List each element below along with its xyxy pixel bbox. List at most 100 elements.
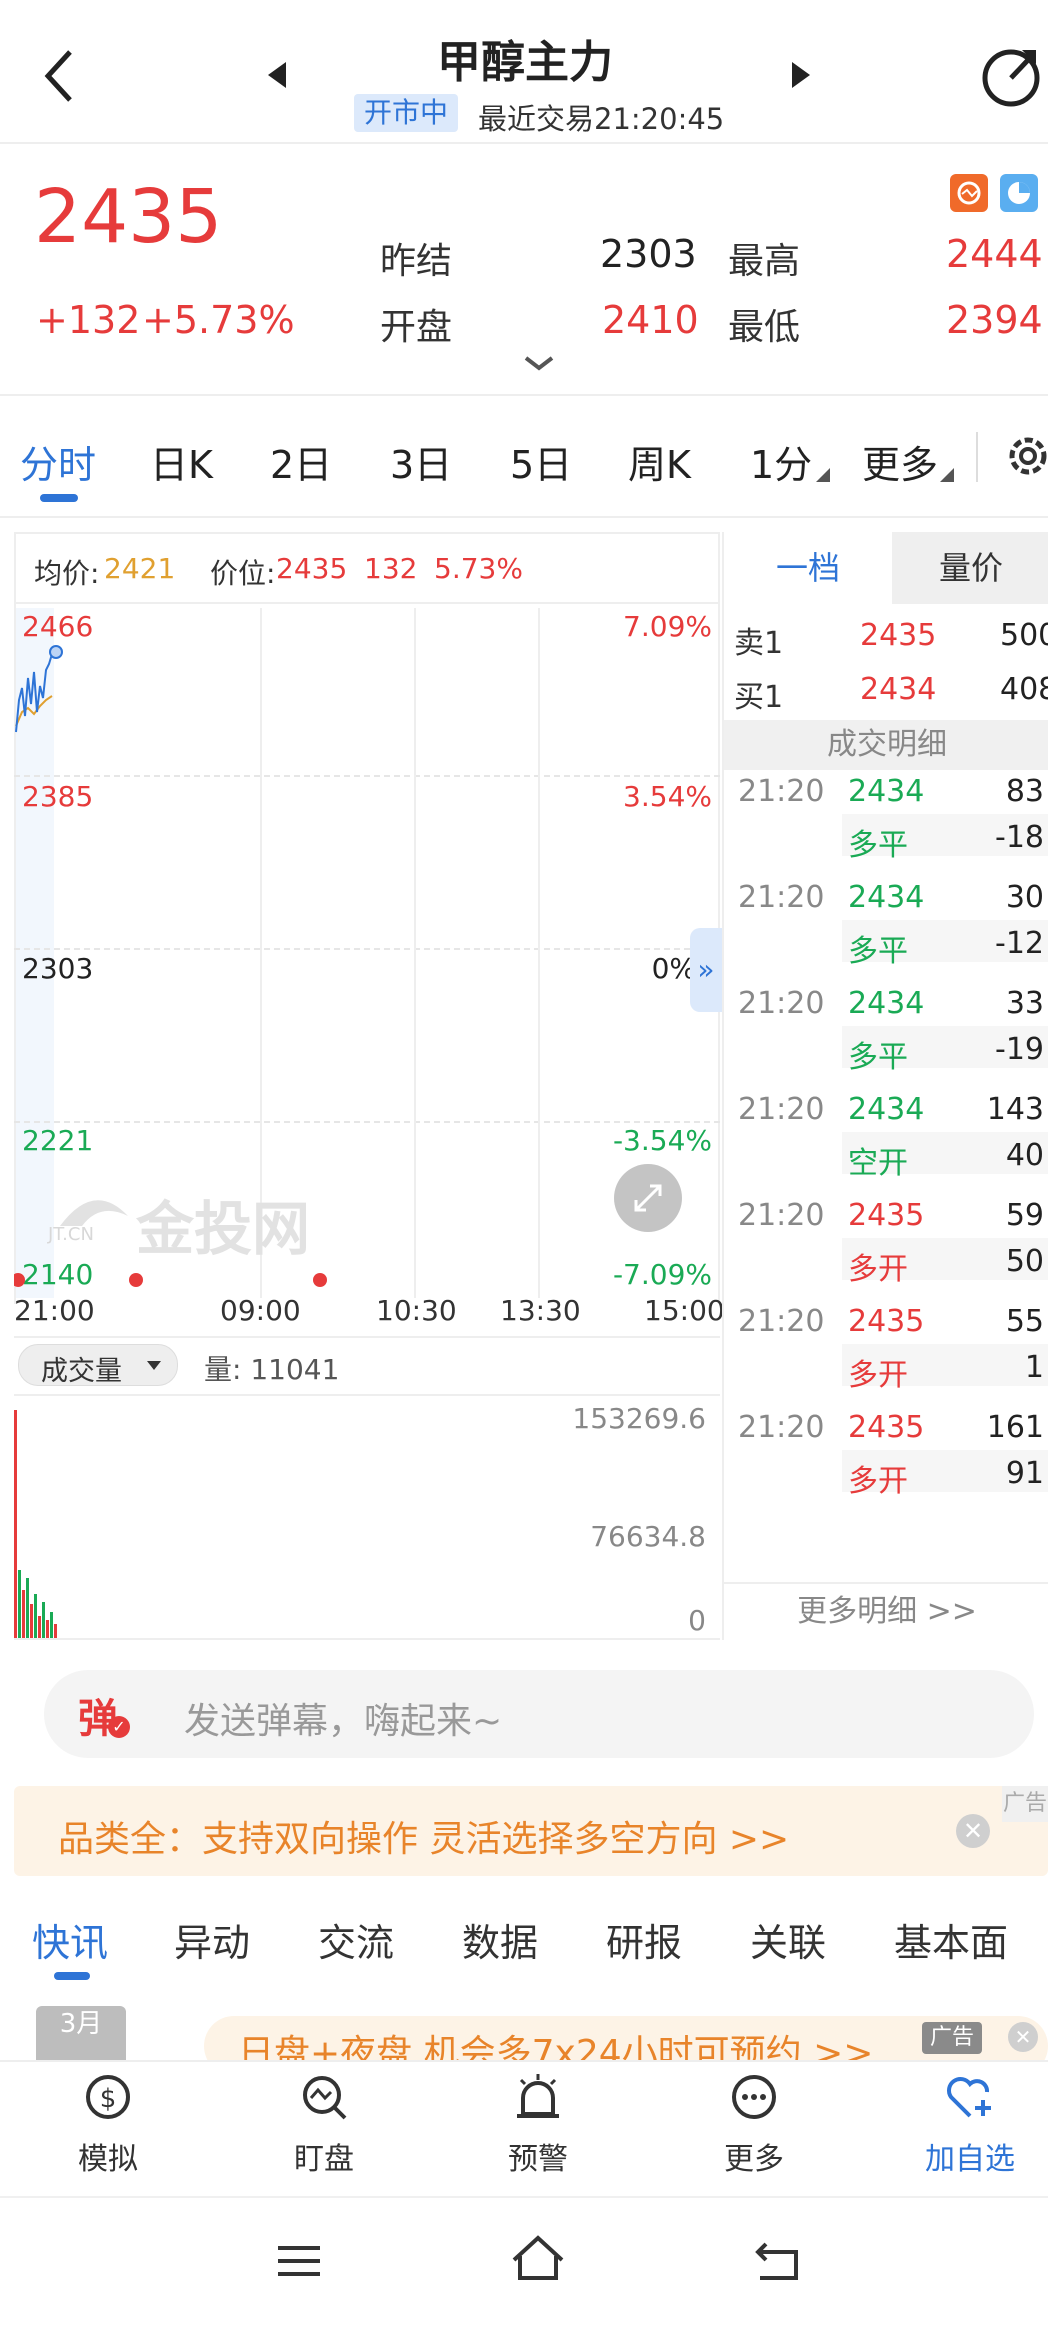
last-trade-time: 最近交易21:20:45 — [478, 102, 725, 136]
danmaku-input[interactable]: 弹 ✓ 发送弹幕，嗨起来~ — [44, 1670, 1034, 1758]
tab-2day[interactable]: 2日 — [270, 434, 332, 489]
trade-time: 21:20 — [738, 1304, 825, 1339]
tab-active-indicator — [40, 494, 78, 502]
bid-label: 买1 — [734, 680, 784, 715]
news-ad-close-button[interactable]: ✕ — [1008, 2022, 1038, 2052]
tab-news-data[interactable]: 数据 — [462, 1912, 538, 1967]
settings-button[interactable] — [998, 426, 1048, 486]
tab-more[interactable]: 更多 — [862, 434, 938, 489]
trade-type: 多平 — [848, 934, 908, 969]
tab-5day[interactable]: 5日 — [510, 434, 572, 489]
nav-watch[interactable]: 盯盘 — [264, 2070, 384, 2178]
tab-news-discussion[interactable]: 交流 — [318, 1912, 394, 1967]
dropdown-corner-icon — [940, 468, 954, 482]
open-label: 开盘 — [380, 307, 453, 348]
news-ad-banner[interactable]: 日盘+夜盘 机会多7x24小时可预约 >> 广告 ✕ — [204, 2016, 1048, 2060]
ad-banner[interactable]: 品类全：支持双向操作 灵活选择多空方向 >> ✕ 广告 — [14, 1786, 1048, 1876]
tab-level1-label: 一档 — [775, 549, 840, 587]
trade-row: 21:20 2434 143 空开 40 — [724, 1092, 1048, 1182]
current-price-dot — [49, 645, 63, 659]
volume-tick: 153269.6 — [572, 1402, 706, 1435]
market-status-badge: 开市中 — [354, 94, 458, 132]
tab-news-flash[interactable]: 快讯 — [32, 1912, 108, 1967]
trade-row: 21:20 2434 33 多平 -19 — [724, 986, 1048, 1076]
nav-simulate[interactable]: $ 模拟 — [48, 2070, 168, 2178]
x-axis-label: 13:30 — [500, 1294, 581, 1327]
back-button[interactable] — [30, 40, 90, 110]
system-back-button[interactable] — [752, 2236, 802, 2286]
expand-side-panel-button[interactable]: » — [690, 928, 722, 1012]
tab-1min[interactable]: 1分 — [750, 434, 812, 489]
price-level-label: 价位: — [210, 557, 276, 590]
volume-indicator-dropdown[interactable]: 成交量 — [18, 1344, 178, 1387]
caret-down-icon — [147, 1361, 161, 1370]
low-label: 最低 — [728, 307, 801, 348]
trade-row: 21:20 2434 83 多平 -18 — [724, 774, 1048, 864]
more-detail-link[interactable]: 更多明细 >> — [724, 1582, 1048, 1640]
tab-3day[interactable]: 3日 — [390, 434, 452, 489]
news-tab-indicator — [54, 1972, 90, 1980]
expand-quote-chevron-icon[interactable] — [522, 354, 556, 374]
price-change: +132 — [36, 298, 141, 342]
trade-type: 多平 — [848, 1040, 908, 1075]
dropdown-corner-icon — [816, 468, 830, 482]
price-change-pct: +5.73% — [142, 298, 295, 342]
nav-simulate-label: 模拟 — [78, 2142, 138, 2177]
ad-banner-text: 品类全：支持双向操作 灵活选择多空方向 >> — [58, 1819, 790, 1860]
tab-news-related[interactable]: 关联 — [750, 1912, 826, 1967]
news-ad-tag: 广告 — [922, 2022, 982, 2054]
nav-add-favorite[interactable]: 加自选 — [910, 2070, 1030, 2178]
price-line — [15, 653, 53, 733]
danmaku-placeholder: 发送弹幕，嗨起来~ — [184, 1701, 503, 1742]
prev-settle-label: 昨结 — [380, 241, 453, 282]
trade-type: 多开 — [848, 1464, 908, 1499]
trade-volume: 143 — [986, 1092, 1044, 1127]
news-ad-text: 日盘+夜盘 机会多7x24小时可预约 >> — [238, 2033, 874, 2060]
prev-contract-button[interactable] — [262, 58, 292, 92]
tab-volume-price[interactable]: 量价 — [892, 532, 1048, 604]
avg-price-line — [15, 695, 53, 727]
ask-label: 卖1 — [734, 626, 784, 661]
tab-weekly-k[interactable]: 周K — [628, 434, 691, 489]
orange-chart-icon[interactable] — [950, 174, 988, 212]
fullscreen-button[interactable] — [614, 1164, 682, 1232]
pie-chart-icon[interactable] — [1000, 174, 1038, 212]
volume-dropdown-label: 成交量 — [41, 1356, 122, 1387]
next-contract-button[interactable] — [786, 58, 816, 92]
intraday-chart[interactable]: 均价: 2421 价位: 2435 132 5.73% 2466 2385 23… — [14, 532, 725, 1640]
tab-daily-k[interactable]: 日K — [150, 434, 213, 489]
trade-row: 21:20 2435 161 多开 91 — [724, 1410, 1048, 1500]
alarm-icon — [517, 2074, 559, 2118]
nav-more[interactable]: 更多 — [694, 2070, 814, 2178]
tab-news-movement[interactable]: 异动 — [174, 1912, 250, 1967]
news-tabs: 快讯 异动 交流 数据 研报 关联 基本面 — [0, 1900, 1048, 1990]
prev-settle-value: 2303 — [600, 232, 697, 276]
menu-lines-icon — [278, 2246, 320, 2276]
trade-volume: 59 — [1005, 1198, 1044, 1233]
watermark-small-text: JT.CN — [48, 1224, 94, 1245]
header-bar: 甲醇主力 开市中 最近交易21:20:45 — [0, 0, 1048, 144]
trade-price: 2434 — [848, 880, 925, 915]
refresh-button[interactable] — [978, 40, 1044, 110]
trade-price: 2435 — [848, 1198, 925, 1233]
tab-intraday[interactable]: 分时 — [20, 434, 96, 489]
tab-level1[interactable]: 一档 — [724, 532, 892, 604]
trade-open-interest: -18 — [995, 820, 1044, 855]
ask-price: 2435 — [860, 618, 937, 653]
tab-news-fundamentals[interactable]: 基本面 — [894, 1912, 1008, 1967]
trade-row: 21:20 2435 55 多开 1 — [724, 1304, 1048, 1394]
volume-tick: 76634.8 — [590, 1520, 706, 1553]
system-menu-button[interactable] — [274, 2236, 324, 2286]
volume-value: 量: 11041 — [204, 1353, 340, 1386]
tab-news-research[interactable]: 研报 — [606, 1912, 682, 1967]
heart-plus-icon — [947, 2077, 991, 2118]
ad-close-button[interactable]: ✕ — [956, 1814, 990, 1848]
high-label: 最高 — [728, 241, 801, 282]
system-home-button[interactable] — [508, 2230, 568, 2286]
trade-volume: 161 — [986, 1410, 1044, 1445]
trade-open-interest: 91 — [1005, 1456, 1044, 1491]
quote-panel: 2435 +132 +5.73% 昨结 2303 最高 2444 开盘 2410… — [0, 144, 1048, 396]
nav-alert[interactable]: 预警 — [478, 2070, 598, 2178]
nav-more-label: 更多 — [724, 2142, 784, 2177]
gear-icon — [1009, 437, 1047, 475]
